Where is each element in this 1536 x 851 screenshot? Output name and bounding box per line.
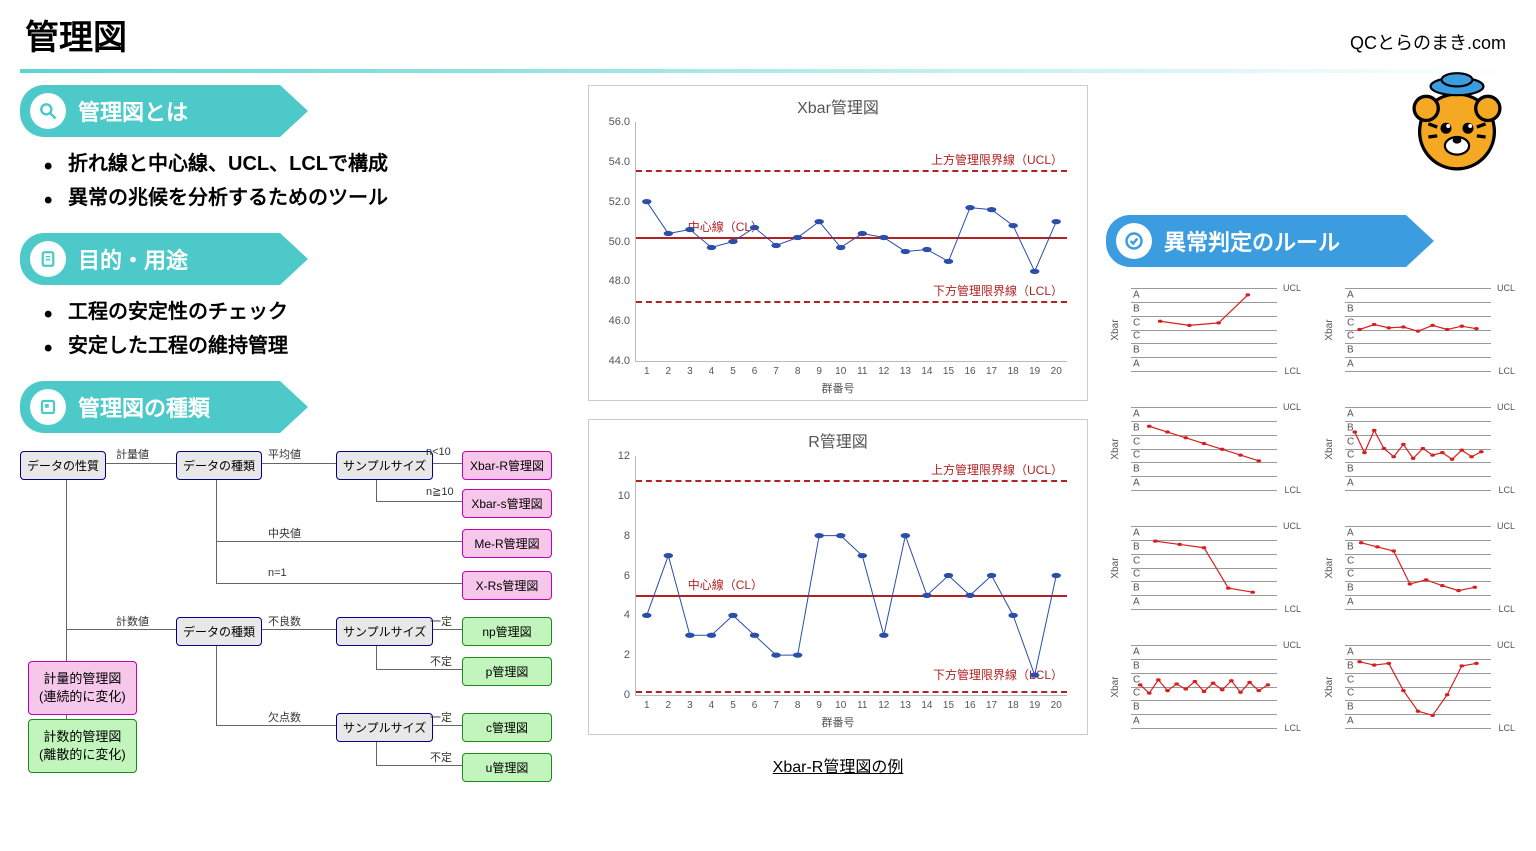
document-icon	[30, 241, 66, 277]
bullet: 工程の安定性のチェック	[40, 295, 570, 329]
xbar-chart: Xbar管理図 上方管理限界線（UCL） 中心線（CL） 下方管理限界線（LCL…	[588, 85, 1088, 401]
heading-text: 管理図とは	[78, 95, 188, 127]
edge-label: 欠点数	[268, 709, 301, 725]
edge-label: 一定	[430, 709, 452, 725]
edge-label: 一定	[430, 613, 452, 629]
section-heading-what: 管理図とは	[20, 85, 280, 137]
site-name: QCとらのまき.com	[1350, 29, 1506, 55]
check-icon	[1116, 223, 1152, 259]
r-chart: R管理図 上方管理限界線（UCL） 中心線（CL） 下方管理限界線（LCL） 0…	[588, 419, 1088, 735]
tree-leaf-c: c管理図	[462, 713, 552, 742]
edge-label: 平均値	[268, 446, 301, 462]
rule-mini-chart: ABCCBAXbarUCLLCL	[1320, 515, 1516, 620]
tree-leaf-xbars: Xbar-s管理図	[462, 489, 552, 518]
xlabel: 群番号	[601, 380, 1075, 396]
section-heading-rules: 異常判定のルール	[1106, 215, 1406, 267]
edge-label: 中央値	[268, 525, 301, 541]
tree-node-datakind2: データの種類	[176, 617, 262, 646]
legend-count: 計数的管理図(離散的に変化)	[28, 719, 137, 773]
rule-mini-chart: ABCCBAXbarUCLLCL	[1106, 277, 1302, 382]
tree-leaf-mer: Me-R管理図	[462, 529, 552, 558]
chart-title: Xbar管理図	[601, 94, 1075, 118]
rule-mini-chart: ABCCBAXbarUCLLCL	[1320, 396, 1516, 501]
chart-title: R管理図	[601, 428, 1075, 452]
rules-grid: ABCCBAXbarUCLLCLABCCBAXbarUCLLCLABCCBAXb…	[1106, 277, 1516, 739]
tree-node-datakind: データの種類	[176, 451, 262, 480]
tree-node-sample3: サンプルサイズ	[336, 713, 433, 742]
rule-mini-chart: ABCCBAXbarUCLLCL	[1320, 634, 1516, 739]
types-tree: データの性質 計量値 データの種類 平均値 サンプルサイズ n<10 Xbar-…	[20, 443, 570, 773]
page-title: 管理図	[25, 10, 127, 59]
edge-label: 計量値	[116, 446, 149, 462]
edge-label: n=1	[268, 567, 287, 579]
tree-leaf-np: np管理図	[462, 617, 552, 646]
bullet: 折れ線と中心線、UCL、LCLで構成	[40, 147, 570, 181]
edge-label: n≧10	[426, 485, 454, 498]
edge-label: 不定	[430, 653, 452, 669]
tree-leaf-xbarr: Xbar-R管理図	[462, 451, 552, 480]
tree-node-sample: サンプルサイズ	[336, 451, 433, 480]
tiger-mascot-icon	[1402, 71, 1512, 181]
divider	[20, 69, 1516, 73]
rule-mini-chart: ABCCBAXbarUCLLCL	[1106, 396, 1302, 501]
rule-mini-chart: ABCCBAXbarUCLLCL	[1106, 634, 1302, 739]
edge-label: 計数値	[116, 613, 149, 629]
heading-text: 異常判定のルール	[1164, 225, 1340, 257]
tree-leaf-u: u管理図	[462, 753, 552, 782]
tree-leaf-xrs: X-Rs管理図	[462, 571, 552, 600]
bullet: 安定した工程の維持管理	[40, 329, 570, 363]
tree-leaf-p: p管理図	[462, 657, 552, 686]
edge-label: 不定	[430, 749, 452, 765]
bullet: 異常の兆候を分析するためのツール	[40, 181, 570, 215]
edge-label: n<10	[426, 446, 451, 458]
rule-mini-chart: ABCCBAXbarUCLLCL	[1106, 515, 1302, 620]
edge-label: 不良数	[268, 613, 301, 629]
notebook-icon	[30, 389, 66, 425]
tree-node-sample2: サンプルサイズ	[336, 617, 433, 646]
heading-text: 管理図の種類	[78, 391, 210, 423]
what-bullets: 折れ線と中心線、UCL、LCLで構成 異常の兆候を分析するためのツール	[40, 147, 570, 215]
section-heading-types: 管理図の種類	[20, 381, 280, 433]
legend-quant: 計量的管理図(連続的に変化)	[28, 661, 137, 715]
section-heading-purpose: 目的・用途	[20, 233, 280, 285]
heading-text: 目的・用途	[78, 243, 188, 275]
rule-mini-chart: ABCCBAXbarUCLLCL	[1320, 277, 1516, 382]
tree-root: データの性質	[20, 451, 106, 480]
charts-caption: Xbar-R管理図の例	[588, 753, 1088, 777]
magnify-icon	[30, 93, 66, 129]
purpose-bullets: 工程の安定性のチェック 安定した工程の維持管理	[40, 295, 570, 363]
xlabel: 群番号	[601, 714, 1075, 730]
